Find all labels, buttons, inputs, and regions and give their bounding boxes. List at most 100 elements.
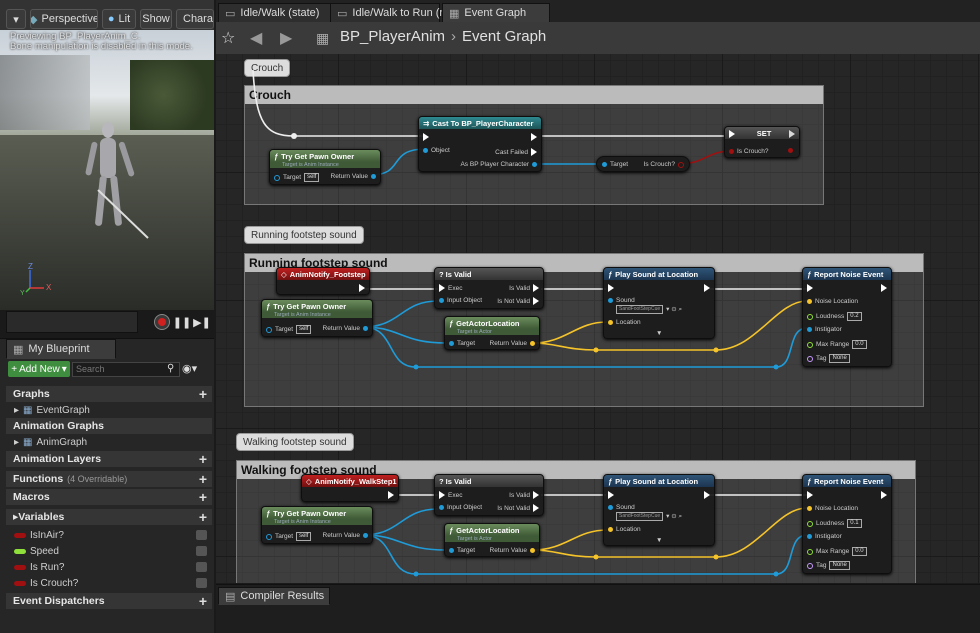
is-crouch-pin-icon[interactable] [678, 161, 684, 168]
is-valid-pin-icon[interactable] [533, 284, 539, 292]
tag-field[interactable]: None [829, 561, 850, 570]
add-layer-icon[interactable]: + [199, 451, 207, 467]
object-pin-icon[interactable] [423, 148, 428, 153]
bool-out-pin-icon[interactable] [788, 148, 793, 153]
variable-isinair[interactable]: IsInAir? [6, 527, 212, 543]
node-report-noise-event-running[interactable]: ƒ Report Noise Event Noise Location Loudn… [802, 267, 892, 367]
input-object-pin-icon[interactable] [439, 505, 444, 510]
loudness-field[interactable]: 0.1 [847, 519, 862, 528]
max-range-pin-icon[interactable] [807, 341, 813, 348]
target-pin-icon[interactable] [449, 548, 454, 553]
character-button[interactable]: Character [176, 9, 214, 29]
node-get-is-crouch[interactable]: Target Is Crouch? [596, 156, 690, 172]
exec-out-pin-icon[interactable] [531, 133, 537, 141]
breadcrumb-graph[interactable]: Event Graph [462, 28, 546, 45]
add-graph-icon[interactable]: + [199, 386, 207, 402]
noise-location-pin-icon[interactable] [807, 299, 812, 304]
tab-event-graph[interactable]: ▦ Event Graph [442, 3, 550, 23]
node-try-get-pawn-owner[interactable]: ƒ Try Get Pawn Owner Target is Anim Insta… [269, 149, 381, 185]
add-variable-icon[interactable]: + [199, 509, 207, 525]
return-value-pin-icon[interactable] [363, 326, 368, 331]
eye-icon[interactable] [196, 578, 207, 588]
comment-bubble-running[interactable]: Running footstep sound [244, 226, 364, 244]
lit-button[interactable]: ● Lit [102, 9, 136, 29]
asset-picker-icon[interactable]: ▾ ⊙ ⌕ [666, 512, 682, 521]
section-animation-layers[interactable]: Animation Layers + [6, 451, 212, 467]
viewport-menu-button[interactable]: ▾ [6, 9, 26, 29]
instigator-pin-icon[interactable] [807, 327, 812, 332]
node-report-noise-event-walking[interactable]: ƒ Report Noise Event Noise Location Loudn… [802, 474, 892, 574]
add-dispatcher-icon[interactable]: + [199, 593, 207, 609]
node-get-actor-location-running[interactable]: ƒ GetActorLocation Target is Actor Target… [444, 316, 540, 350]
max-range-field[interactable]: 0.0 [852, 547, 867, 556]
breadcrumb-blueprint[interactable]: BP_PlayerAnim [340, 28, 445, 45]
node-cast-to-bp-playercharacter[interactable]: ⇉ Cast To BP_PlayerCharacter Object Cast … [418, 116, 542, 172]
return-value-pin-icon[interactable] [371, 174, 376, 179]
return-value-pin-icon[interactable] [363, 533, 368, 538]
add-new-button[interactable]: + Add New ▾ [8, 361, 70, 377]
input-object-pin-icon[interactable] [439, 298, 444, 303]
exec-out-pin-icon[interactable] [704, 284, 710, 292]
blueprint-search-input[interactable]: Search [72, 362, 180, 377]
loudness-field[interactable]: 0.2 [847, 312, 862, 321]
node-animnotify-footstep[interactable]: ◇ AnimNotify_Footstep [276, 267, 370, 295]
location-pin-icon[interactable] [608, 320, 613, 325]
loudness-pin-icon[interactable] [807, 520, 813, 527]
comment-bubble-crouch[interactable]: Crouch [244, 59, 291, 77]
exec-in-pin-icon[interactable] [729, 130, 735, 138]
noise-location-pin-icon[interactable] [807, 506, 812, 511]
variable-speed[interactable]: Speed [6, 543, 212, 559]
perspective-button[interactable]: ◆Perspective [30, 9, 98, 29]
tag-field[interactable]: None [829, 354, 850, 363]
tab-compiler-results[interactable]: ▤ Compiler Results [218, 587, 330, 605]
exec-in-pin-icon[interactable] [439, 284, 445, 292]
favorite-star-icon[interactable]: ☆ [221, 28, 235, 48]
exec-in-pin-icon[interactable] [807, 491, 813, 499]
add-function-icon[interactable]: + [199, 471, 207, 487]
node-animnotify-walkstep1[interactable]: ◇ AnimNotify_WalkStep1 [301, 474, 399, 502]
visibility-eye-icon[interactable]: ◉▾ [182, 362, 197, 375]
record-button[interactable] [154, 314, 170, 330]
tag-pin-icon[interactable] [807, 562, 813, 569]
location-out-pin-icon[interactable] [530, 341, 535, 346]
graph-item-eventgraph[interactable]: ▸ ▦ EventGraph [6, 402, 212, 418]
target-pin-icon[interactable] [602, 162, 607, 167]
location-out-pin-icon[interactable] [530, 548, 535, 553]
node-get-actor-location-walking[interactable]: ƒ GetActorLocation Target is Actor Target… [444, 523, 540, 557]
step-forward-button[interactable]: ▶❚ [193, 314, 211, 330]
max-range-pin-icon[interactable] [807, 548, 813, 555]
eye-icon[interactable] [196, 530, 207, 540]
as-character-pin-icon[interactable] [532, 162, 537, 167]
exec-in-pin-icon[interactable] [807, 284, 813, 292]
viewport-timeline-bar[interactable] [6, 311, 138, 333]
tab-idle-walk-to-run[interactable]: ▭ Idle/Walk to Run (r [330, 3, 443, 23]
comment-bubble-walking[interactable]: Walking footstep sound [236, 433, 354, 451]
add-macro-icon[interactable]: + [199, 489, 207, 505]
sound-pin-icon[interactable] [608, 298, 613, 303]
expand-advanced-icon[interactable]: ▼ [656, 330, 662, 337]
section-graphs[interactable]: Graphs + [6, 386, 212, 402]
max-range-field[interactable]: 0.0 [852, 340, 867, 349]
show-button[interactable]: Show [140, 9, 172, 29]
expand-advanced-icon[interactable]: ▼ [656, 537, 662, 544]
node-play-sound-at-location-walking[interactable]: ƒ Play Sound at Location Sound SandFootSt… [603, 474, 715, 546]
node-is-valid-walking[interactable]: ? Is Valid Exec Is Valid Input Object Is… [434, 474, 544, 516]
node-try-get-pawn-owner-running[interactable]: ƒ Try Get Pawn Owner Target is Anim Insta… [261, 299, 373, 337]
exec-out-pin-icon[interactable] [881, 284, 887, 292]
back-arrow-icon[interactable]: ◀ [250, 28, 262, 48]
tag-pin-icon[interactable] [807, 355, 813, 362]
exec-out-pin-icon[interactable] [388, 491, 394, 499]
exec-in-pin-icon[interactable] [439, 491, 445, 499]
exec-out-pin-icon[interactable] [881, 491, 887, 499]
exec-out-pin-icon[interactable] [359, 284, 365, 292]
eye-icon[interactable] [196, 546, 207, 556]
section-macros[interactable]: Macros + [6, 489, 212, 505]
exec-out-pin-icon[interactable] [704, 491, 710, 499]
sound-pin-icon[interactable] [608, 505, 613, 510]
pause-button[interactable]: ❚❚ [173, 314, 191, 330]
forward-arrow-icon[interactable]: ▶ [280, 28, 292, 48]
exec-out-pin-icon[interactable] [789, 130, 795, 138]
variable-iscrouch[interactable]: Is Crouch? [6, 575, 212, 591]
bool-pin-icon[interactable] [729, 149, 734, 154]
target-pin-icon[interactable] [266, 533, 272, 540]
